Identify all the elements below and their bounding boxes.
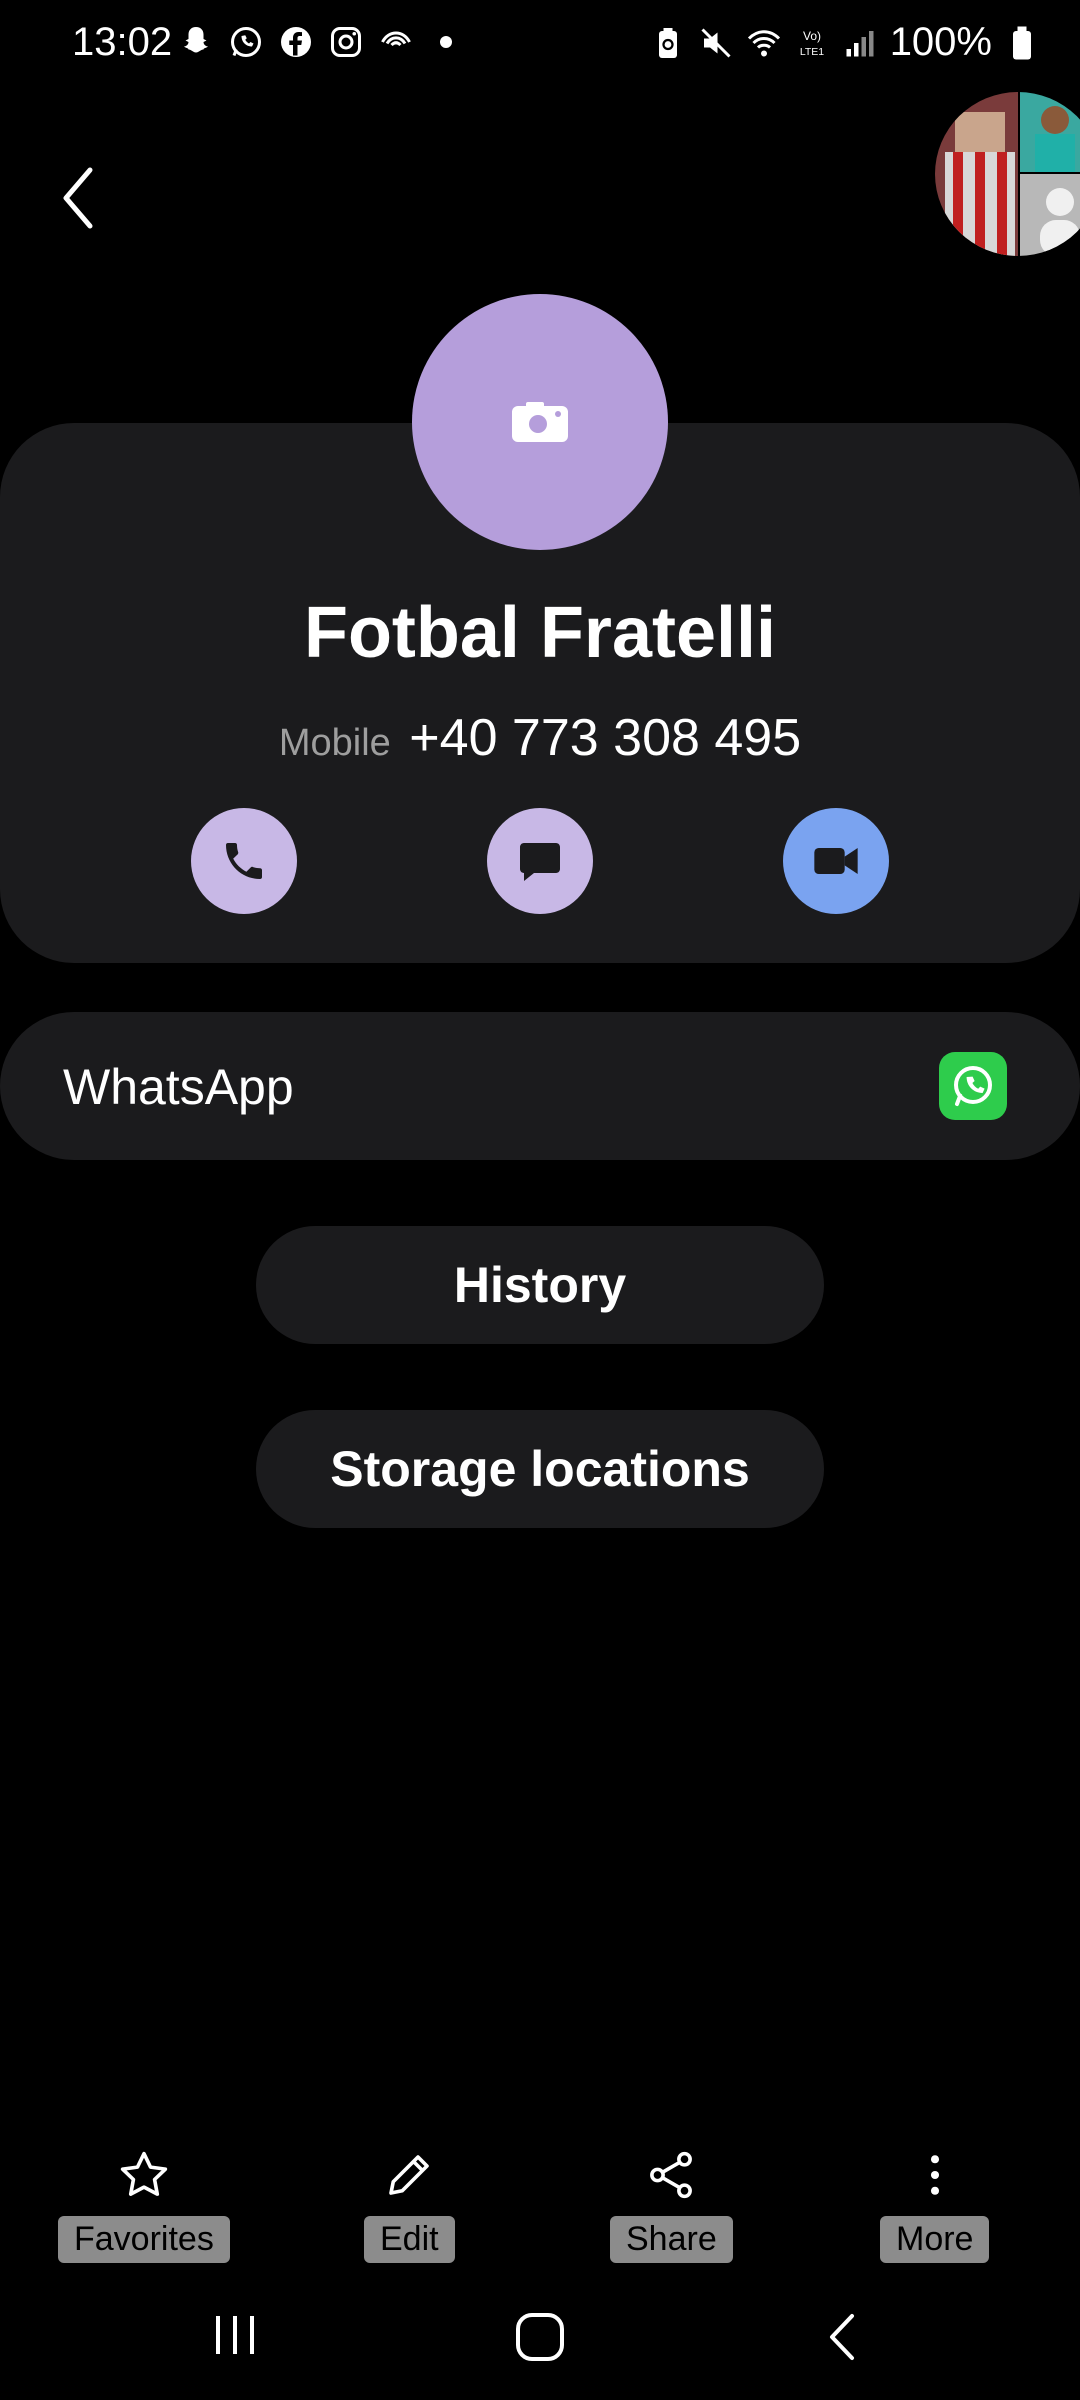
more-button[interactable]: More — [880, 2148, 990, 2263]
edit-label: Edit — [364, 2216, 455, 2263]
snapchat-icon — [184, 27, 208, 53]
notification-icons — [178, 24, 464, 60]
wifi-icon — [747, 29, 780, 56]
instagram-icon — [331, 27, 361, 57]
whatsapp-app-icon[interactable] — [939, 1052, 1007, 1120]
mute-icon — [701, 27, 731, 58]
favorites-label: Favorites — [58, 2216, 230, 2263]
pencil-icon — [389, 2155, 430, 2195]
signal-icon — [846, 30, 874, 56]
facebook-icon — [281, 27, 311, 57]
status-bar: 13:02 Vo) LTE1 100% — [0, 0, 1080, 90]
call-button[interactable] — [191, 808, 297, 914]
whatsapp-label: WhatsApp — [63, 1059, 294, 1115]
more-label: More — [880, 2216, 990, 2263]
nav-back-icon[interactable] — [822, 2310, 862, 2364]
battery-saver-icon — [658, 27, 677, 58]
group-photo-icon — [935, 92, 1080, 256]
share-button[interactable]: Share — [610, 2148, 733, 2263]
recent-apps-icon[interactable] — [210, 2310, 260, 2360]
whatsapp-icon — [231, 27, 261, 57]
more-vertical-icon — [930, 2155, 939, 2195]
storage-locations-button[interactable]: Storage locations — [256, 1410, 824, 1528]
battery-icon — [1013, 26, 1031, 59]
svg-text:LTE1: LTE1 — [800, 46, 824, 58]
system-icons: Vo) LTE1 100% — [650, 20, 1040, 65]
dot-icon — [440, 36, 452, 48]
message-button[interactable] — [487, 808, 593, 914]
video-call-button[interactable] — [783, 808, 889, 914]
phone-row[interactable]: Mobile +40 773 308 495 — [0, 708, 1080, 768]
phone-type-label: Mobile — [278, 722, 391, 764]
camera-icon — [512, 402, 568, 442]
phone-number: +40 773 308 495 — [409, 709, 802, 767]
phone-icon — [226, 843, 262, 879]
video-camera-icon — [814, 848, 858, 874]
edit-button[interactable]: Edit — [364, 2148, 455, 2263]
battery-percentage: 100% — [889, 20, 992, 64]
message-icon — [520, 843, 560, 881]
favorites-button[interactable]: Favorites — [58, 2148, 230, 2263]
history-button[interactable]: History — [256, 1226, 824, 1344]
whatsapp-logo-icon — [954, 1066, 992, 1106]
share-icon — [650, 2151, 693, 2199]
group-avatar[interactable] — [935, 92, 1080, 256]
svg-text:Vo): Vo) — [803, 29, 821, 43]
contact-name: Fotbal Fratelli — [303, 593, 777, 673]
status-time: 13:02 — [72, 20, 173, 64]
share-label: Share — [610, 2216, 733, 2263]
contact-avatar[interactable] — [412, 294, 668, 550]
volte-icon: Vo) LTE1 — [800, 29, 824, 58]
star-icon — [120, 2151, 168, 2196]
home-icon[interactable] — [513, 2310, 567, 2364]
whatsapp-row[interactable]: WhatsApp — [0, 1012, 1080, 1160]
fan-icon — [381, 31, 411, 47]
back-arrow-icon[interactable] — [52, 162, 108, 234]
